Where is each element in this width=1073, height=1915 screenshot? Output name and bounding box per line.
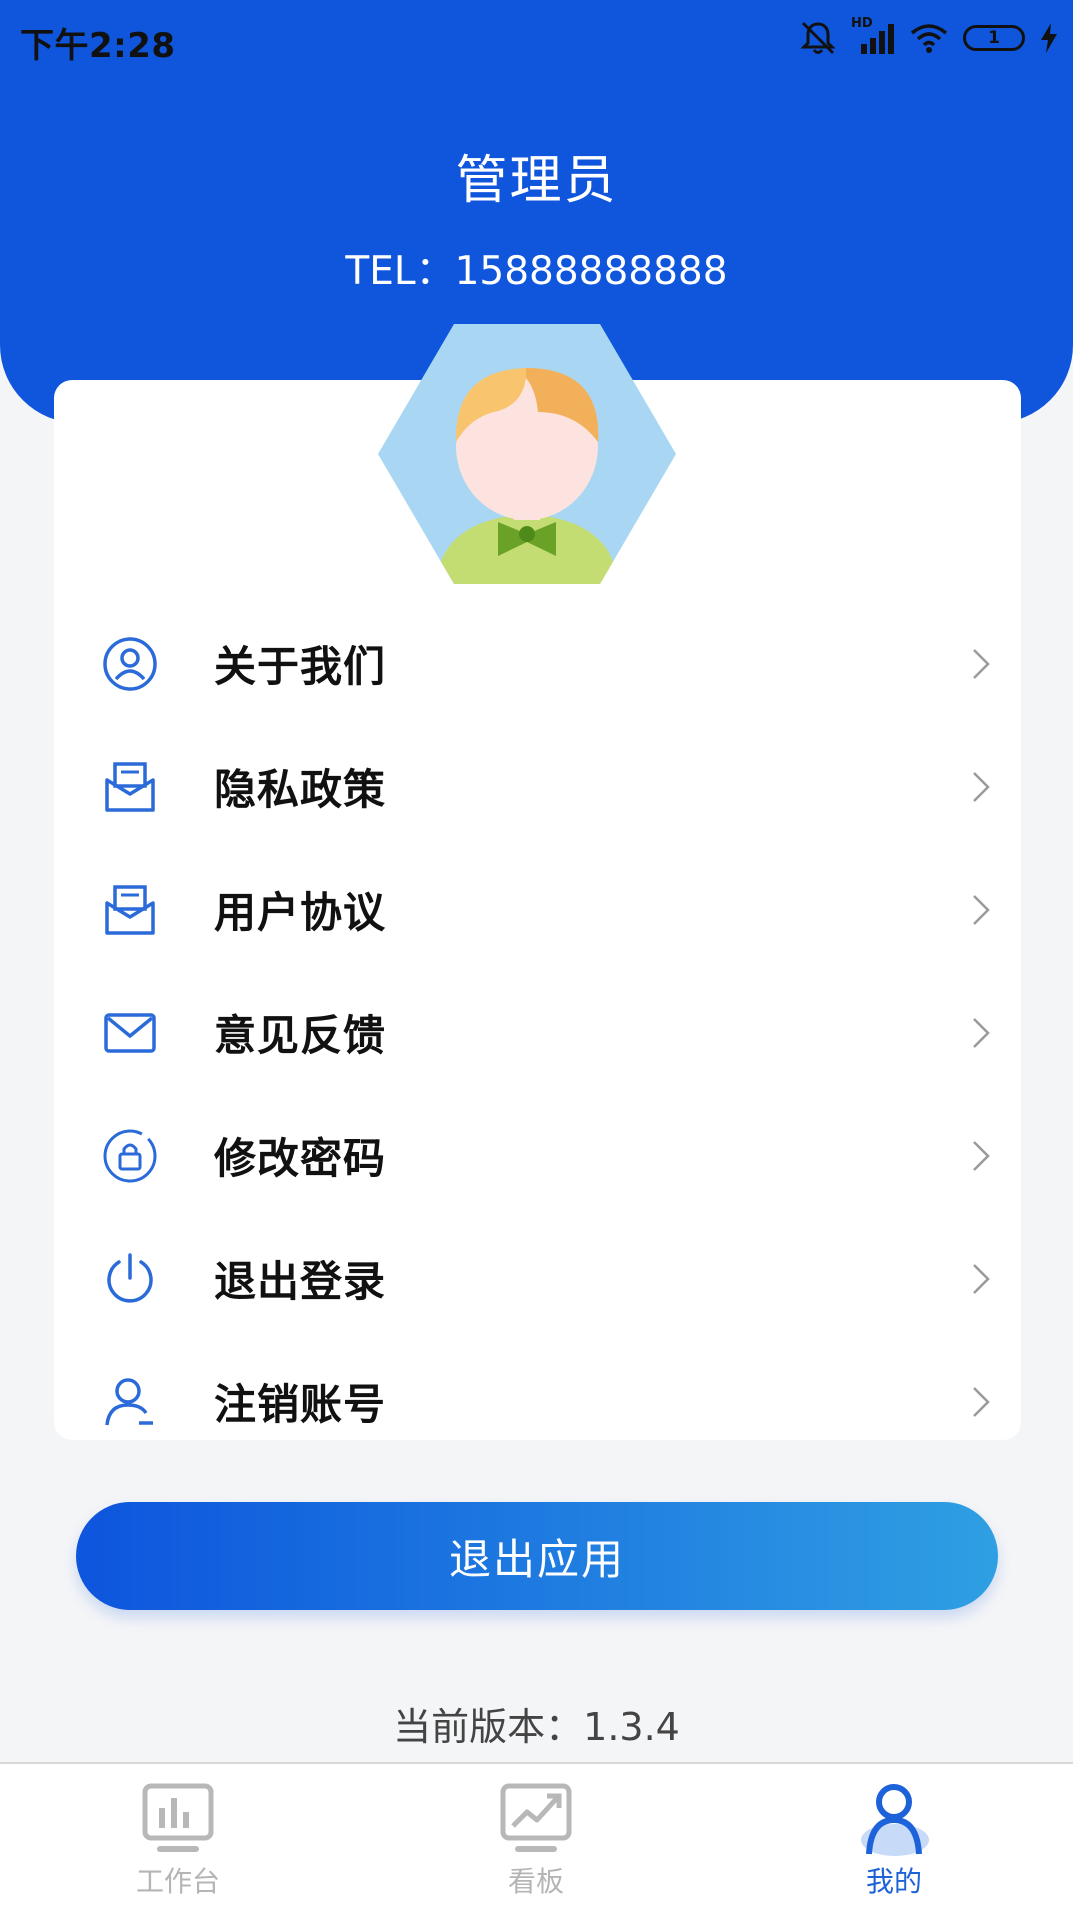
status-icons: HD 1 (799, 16, 1059, 58)
menu-item-privacy[interactable]: 隐私政策 (54, 725, 1021, 848)
menu-item-change-password[interactable]: 修改密码 (54, 1094, 1021, 1217)
person-icon (861, 1784, 929, 1856)
tab-label: 看板 (507, 1865, 564, 1898)
chevron-right-icon (973, 648, 990, 679)
power-icon (100, 1249, 160, 1309)
menu-item-label: 隐私政策 (214, 765, 387, 814)
menu-item-about[interactable]: 关于我们 (54, 602, 1021, 725)
signal-group: HD (851, 16, 895, 56)
chevron-right-icon (973, 1386, 990, 1417)
status-bar: 下午2:28 HD 1 (0, 0, 1073, 78)
chevron-right-icon (973, 1017, 990, 1048)
tab-mine[interactable]: 我的 (784, 1764, 1004, 1915)
lock-icon (100, 1126, 160, 1186)
admin-name: 管理员 (455, 151, 618, 211)
exit-app-button[interactable]: 退出应用 (76, 1502, 998, 1610)
user-minus-icon (100, 1372, 160, 1432)
user-circle-icon (100, 634, 160, 694)
menu-item-label: 注销账号 (214, 1380, 387, 1429)
battery-level: 1 (988, 28, 1000, 48)
bottom-tab-bar: 工作台 看板 我的 (0, 1762, 1073, 1915)
signal-icon (861, 24, 894, 54)
chevron-right-icon (973, 771, 990, 802)
version-text: 当前版本：1.3.4 (393, 1705, 680, 1749)
wifi-icon (910, 24, 948, 53)
menu-item-label: 关于我们 (214, 642, 387, 691)
mute-bell-icon (800, 21, 836, 55)
avatar[interactable] (376, 320, 678, 588)
chevron-right-icon (973, 894, 990, 925)
menu-item-label: 用户协议 (214, 888, 387, 937)
charging-icon (1041, 23, 1057, 53)
trend-board-icon (500, 1783, 572, 1852)
menu-item-label: 退出登录 (214, 1257, 387, 1306)
chevron-right-icon (973, 1263, 990, 1294)
tab-label: 我的 (865, 1865, 922, 1898)
menu-item-user-agreement[interactable]: 用户协议 (54, 848, 1021, 971)
menu-list: 关于我们 隐私政策 用户协议 意见反馈 修改密码 退出登录 注销账号 (54, 602, 1021, 1463)
menu-item-logout[interactable]: 退出登录 (54, 1217, 1021, 1340)
tab-board[interactable]: 看板 (426, 1764, 646, 1915)
dashboard-chart-icon (142, 1783, 214, 1852)
menu-item-delete-account[interactable]: 注销账号 (54, 1340, 1021, 1463)
tab-workbench[interactable]: 工作台 (68, 1764, 288, 1915)
battery-icon: 1 (963, 25, 1025, 51)
mail-icon (100, 1003, 160, 1063)
document-envelope-icon (100, 757, 160, 817)
tab-label: 工作台 (135, 1865, 220, 1898)
chevron-right-icon (973, 1140, 990, 1171)
document-envelope-icon (100, 880, 160, 940)
menu-item-feedback[interactable]: 意见反馈 (54, 971, 1021, 1094)
menu-item-label: 意见反馈 (214, 1011, 387, 1060)
status-time: 下午2:28 (20, 26, 176, 66)
menu-item-label: 修改密码 (214, 1134, 387, 1183)
admin-phone: TEL：15888888888 (345, 249, 728, 294)
